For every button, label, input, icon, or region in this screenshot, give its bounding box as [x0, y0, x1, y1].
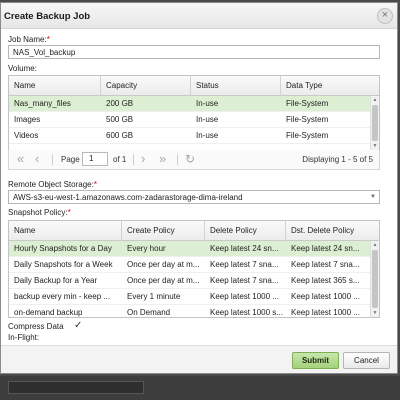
snapshot-policy-label: Snapshot Policy:* [8, 208, 71, 217]
remote-storage-value: AWS-s3-eu-west-1.amazonaws.com-zadarasto… [13, 193, 243, 202]
policy-delete: Keep latest 1000 ... [210, 292, 279, 301]
policy-delete: Keep latest 1000 s... [210, 308, 283, 317]
volume-label: Volume: [8, 64, 37, 73]
refresh-icon[interactable]: ↻ [185, 152, 195, 166]
next-page-icon[interactable]: › [141, 152, 145, 166]
policy-name: on-demand backup [14, 308, 83, 317]
column-header-data-type[interactable]: Data Type [281, 76, 379, 96]
volume-pager: « ‹ Page 1 of 1 › » ↻ Displaying 1 - 5 o… [8, 150, 380, 170]
policy-create: Once per day at m... [127, 276, 200, 285]
pager-separator [133, 154, 134, 165]
cancel-button[interactable]: Cancel [343, 352, 390, 369]
volume-name: Images [14, 115, 41, 124]
scrollbar-thumb[interactable] [372, 105, 378, 141]
first-page-icon[interactable]: « [17, 152, 24, 166]
policy-create: Every 1 minute [127, 292, 181, 301]
volume-grid-scrollbar[interactable]: ▲ ▼ [370, 96, 379, 150]
snapshot-policy-row[interactable]: on-demand backup On Demand Keep latest 1… [9, 305, 379, 317]
chevron-down-icon[interactable]: ▼ [370, 194, 376, 200]
column-header-dst-delete-policy[interactable]: Dst. Delete Policy [286, 221, 379, 241]
policy-dst-delete: Keep latest 1000 ... [291, 308, 360, 317]
snapshot-policy-row[interactable]: Daily Snapshots for a Week Once per day … [9, 257, 379, 273]
compress-label: Compress Data [8, 322, 64, 331]
snapshot-policy-row[interactable]: backup every min - keep ... Every 1 minu… [9, 289, 379, 305]
policy-name: backup every min - keep ... [14, 292, 111, 301]
policy-name: Hourly Snapshots for a Day [14, 244, 112, 253]
dialog-titlebar: Create Backup Job × [1, 3, 397, 29]
volume-capacity: 500 GB [106, 115, 134, 124]
column-header-status[interactable]: Status [191, 76, 281, 96]
remote-storage-label-text: Remote Object Storage: [8, 180, 94, 189]
volume-name: Nas_many_files [14, 99, 71, 108]
policy-dst-delete: Keep latest 1000 ... [291, 292, 360, 301]
compress-label-line2: In-Flight: [8, 333, 40, 342]
volume-status: In-use [196, 131, 219, 140]
scrollbar-thumb[interactable] [372, 250, 378, 308]
required-mark: * [46, 35, 50, 44]
policy-dst-delete: Keep latest 365 s... [291, 276, 360, 285]
remote-storage-select[interactable]: AWS-s3-eu-west-1.amazonaws.com-zadarasto… [8, 190, 380, 204]
remote-storage-label: Remote Object Storage:* [8, 180, 97, 189]
scroll-up-icon[interactable]: ▲ [371, 96, 379, 104]
job-name-input[interactable] [8, 45, 380, 59]
policy-dst-delete: Keep latest 24 sn... [291, 244, 360, 253]
volume-row[interactable]: Images 500 GB In-use File-System [9, 112, 379, 128]
submit-button[interactable]: Submit [292, 352, 339, 369]
column-header-delete-policy[interactable]: Delete Policy [205, 221, 286, 241]
policy-create: Every hour [127, 244, 166, 253]
background-status-bar [8, 381, 144, 394]
policy-delete: Keep latest 7 sna... [210, 260, 279, 269]
snapshot-policy-grid: Name Create Policy Delete Policy Dst. De… [8, 220, 380, 318]
create-backup-job-dialog: Create Backup Job × Job Name:* Volume: N… [0, 2, 398, 374]
policy-delete: Keep latest 24 sn... [210, 244, 279, 253]
volume-data-type: File-System [286, 99, 329, 108]
pager-separator [52, 154, 53, 165]
dialog-footer: Submit Cancel [1, 345, 397, 373]
policy-create: Once per day at m... [127, 260, 200, 269]
column-header-name[interactable]: Name [9, 221, 122, 241]
snapshot-grid-header: Name Create Policy Delete Policy Dst. De… [9, 221, 379, 241]
volume-capacity: 200 GB [106, 99, 134, 108]
close-icon[interactable]: × [377, 8, 393, 24]
compress-checkbox[interactable]: ✓ [74, 321, 84, 331]
snapshot-grid-scrollbar[interactable]: ▲ ▼ [370, 241, 379, 317]
page-count-label: of 1 [113, 155, 127, 164]
scroll-up-icon[interactable]: ▲ [371, 241, 379, 249]
policy-delete: Keep latest 7 sna... [210, 276, 279, 285]
required-mark: * [67, 208, 71, 217]
volume-name: Videos [14, 131, 39, 140]
volume-row[interactable]: Videos 600 GB In-use File-System [9, 128, 379, 144]
snapshot-policy-label-text: Snapshot Policy: [8, 208, 68, 217]
column-header-capacity[interactable]: Capacity [101, 76, 191, 96]
scroll-down-icon[interactable]: ▼ [371, 309, 379, 317]
job-name-label: Job Name:* [8, 35, 50, 44]
column-header-create-policy[interactable]: Create Policy [122, 221, 205, 241]
volume-grid-header: Name Capacity Status Data Type [9, 76, 379, 96]
policy-name: Daily Snapshots for a Week [14, 260, 113, 269]
required-mark: * [93, 180, 97, 189]
volume-row[interactable]: Nas_many_files 200 GB In-use File-System [9, 96, 379, 112]
volume-grid: Name Capacity Status Data Type Nas_many_… [8, 75, 380, 151]
pager-separator [177, 154, 178, 165]
volume-capacity: 600 GB [106, 131, 134, 140]
last-page-icon[interactable]: » [159, 152, 166, 166]
volume-status: In-use [196, 115, 219, 124]
volume-data-type: File-System [286, 115, 329, 124]
policy-create: On Demand [127, 308, 171, 317]
job-name-label-text: Job Name: [8, 35, 47, 44]
column-header-name[interactable]: Name [9, 76, 101, 96]
policy-dst-delete: Keep latest 7 sna... [291, 260, 360, 269]
dialog-title: Create Backup Job [4, 11, 91, 22]
volume-data-type: File-System [286, 131, 329, 140]
policy-name: Daily Backup for a Year [14, 276, 98, 285]
pager-display-text: Displaying 1 - 5 of 5 [302, 155, 373, 164]
prev-page-icon[interactable]: ‹ [35, 152, 39, 166]
snapshot-policy-row[interactable]: Daily Backup for a Year Once per day at … [9, 273, 379, 289]
volume-status: In-use [196, 99, 219, 108]
snapshot-policy-row[interactable]: Hourly Snapshots for a Day Every hour Ke… [9, 241, 379, 257]
page-number-input[interactable]: 1 [82, 152, 108, 166]
scroll-down-icon[interactable]: ▼ [371, 142, 379, 150]
page-label: Page [61, 155, 80, 164]
